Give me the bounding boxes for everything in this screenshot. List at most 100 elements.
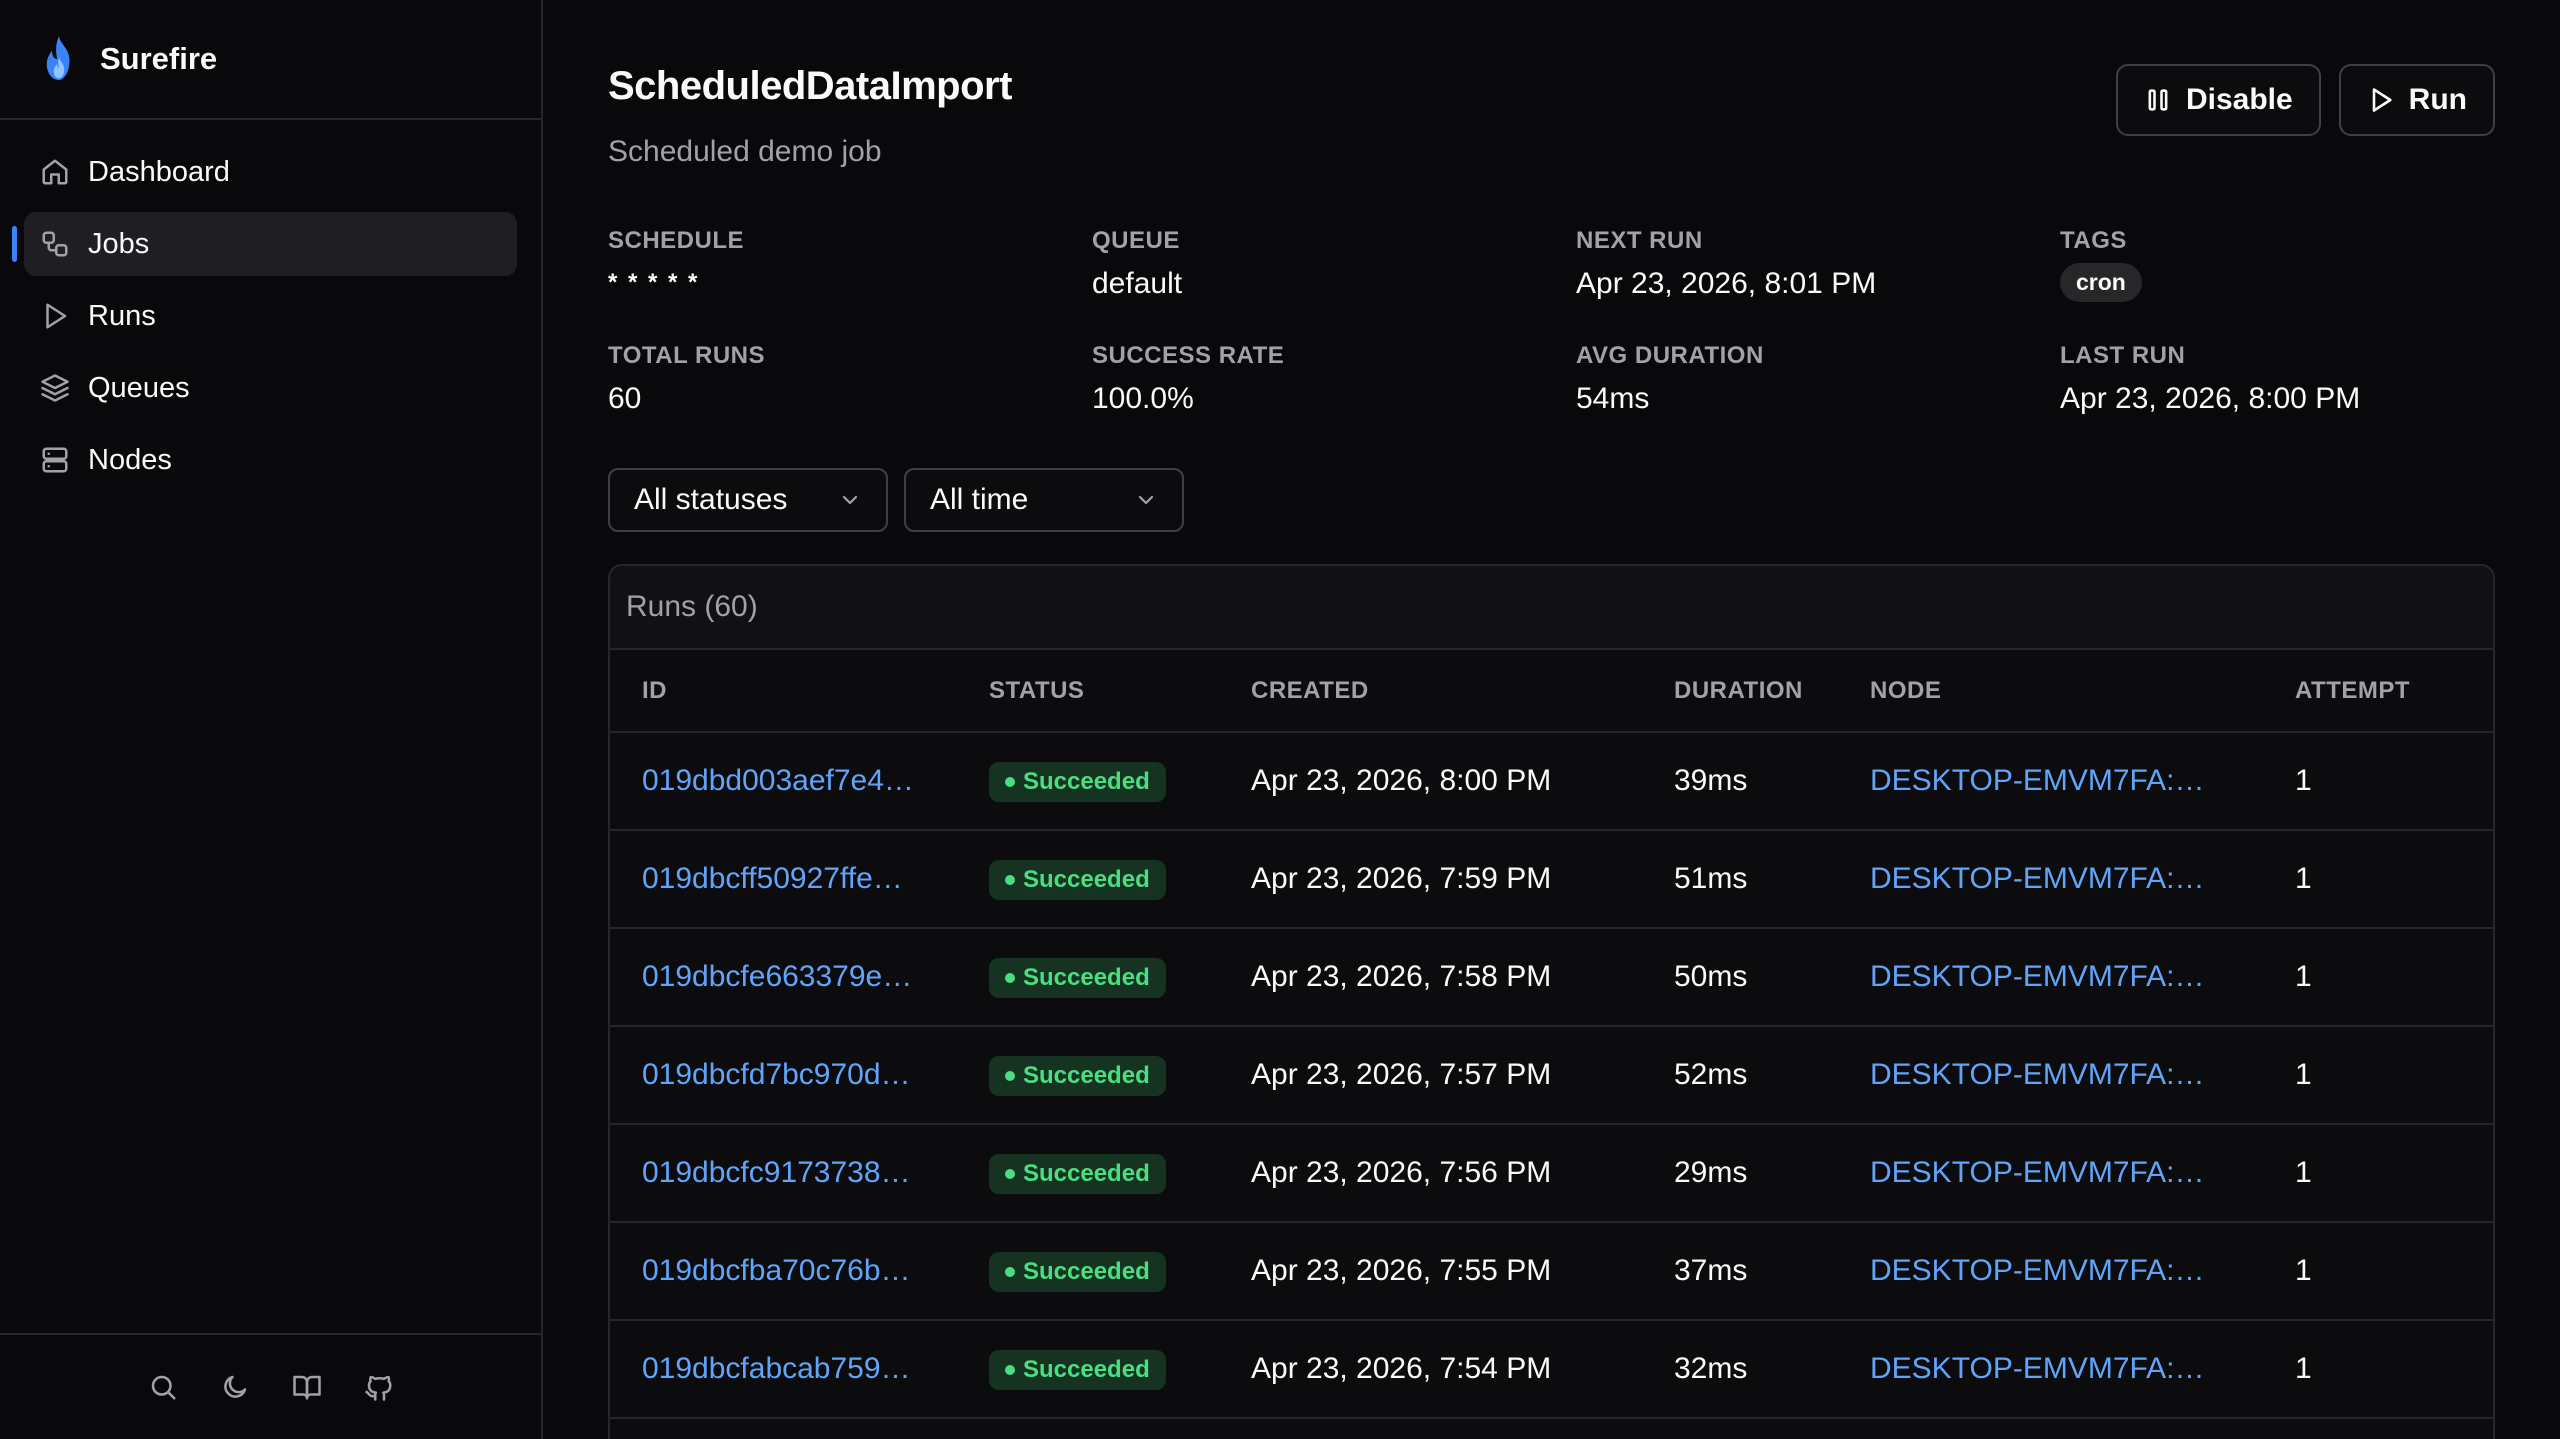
- run-id-link[interactable]: 019dbd003aef7e4…: [642, 764, 914, 798]
- duration-cell: 32ms: [1674, 1320, 1870, 1419]
- stat-success-rate: SUCCESS RATE 100.0%: [1092, 342, 1576, 416]
- status-dot: [1005, 1364, 1015, 1375]
- stat-label: LAST RUN: [2060, 342, 2186, 369]
- theme-toggle-button[interactable]: [220, 1372, 250, 1402]
- server-icon: [42, 447, 68, 473]
- status-badge: Succeeded: [989, 1349, 1166, 1390]
- docs-button[interactable]: [292, 1372, 322, 1402]
- stat-value: Apr 23, 2026, 8:00 PM: [2060, 382, 2361, 415]
- attempt-cell: 1: [2295, 830, 2493, 929]
- status-text: Succeeded: [1023, 963, 1150, 991]
- runs-card: Runs (60) ID STATUS CREATED DURATION NOD…: [608, 564, 2495, 1439]
- run-id-link[interactable]: 019dbcfd7bc970d…: [642, 1058, 911, 1092]
- layers-icon: [41, 374, 69, 402]
- stat-value: 54ms: [1576, 382, 1650, 415]
- chevron-down-icon: [842, 495, 858, 505]
- run-id-link[interactable]: 019dbcfc9173738…: [642, 1156, 911, 1190]
- created-cell: Apr 23, 2026, 7:58 PM: [1251, 928, 1674, 1027]
- node-link[interactable]: DESKTOP-EMVM7FA:…: [1870, 862, 2205, 896]
- column-header-duration[interactable]: DURATION: [1674, 650, 1870, 733]
- time-filter-select[interactable]: All time: [904, 468, 1184, 532]
- created-cell: Apr 23, 2026, 7:54 PM: [1251, 1320, 1674, 1419]
- column-header-created[interactable]: CREATED: [1251, 650, 1674, 733]
- tag-badge: cron: [2060, 263, 2142, 302]
- stat-queue: QUEUE default: [1092, 227, 1576, 302]
- duration-cell: 52ms: [1674, 1026, 1870, 1125]
- play-icon: [46, 303, 67, 329]
- created-cell: Apr 23, 2026, 7:59 PM: [1251, 830, 1674, 929]
- flame-logo-icon: [46, 36, 70, 80]
- table-row[interactable]: 019dbcfc9173738… Succeeded Apr 23, 2026,…: [610, 1124, 2493, 1223]
- status-text: Succeeded: [1023, 1061, 1150, 1089]
- book-icon: [292, 1375, 321, 1400]
- column-header-id[interactable]: ID: [610, 650, 989, 733]
- table-row[interactable]: 019dbcff50927ffe… Succeeded Apr 23, 2026…: [610, 830, 2493, 929]
- stat-value: default: [1092, 267, 1183, 300]
- stat-value: Apr 23, 2026, 8:01 PM: [1576, 267, 1877, 300]
- status-badge: Succeeded: [989, 859, 1166, 900]
- table-row[interactable]: 019dbcfe663379e… Succeeded Apr 23, 2026,…: [610, 928, 2493, 1027]
- sidebar-item-nodes[interactable]: Nodes: [24, 428, 517, 492]
- column-header-status[interactable]: STATUS: [989, 650, 1251, 733]
- run-id-link[interactable]: 019dbcfba70c76b…: [642, 1254, 911, 1288]
- run-id-link[interactable]: 019dbcfabcab759…: [642, 1352, 911, 1386]
- table-row[interactable]: 019dbcfd7bc970d… Succeeded Apr 23, 2026,…: [610, 1026, 2493, 1125]
- disable-button[interactable]: Disable: [2115, 64, 2321, 136]
- attempt-cell: 1: [2295, 732, 2493, 831]
- stat-label: SUCCESS RATE: [1092, 342, 1285, 369]
- status-filter-value: All statuses: [634, 483, 788, 516]
- sidebar-item-dashboard[interactable]: Dashboard: [24, 140, 517, 204]
- column-header-node[interactable]: NODE: [1870, 650, 2295, 733]
- status-text: Succeeded: [1023, 1257, 1150, 1285]
- github-button[interactable]: [364, 1372, 394, 1402]
- brand[interactable]: Surefire: [0, 0, 541, 120]
- column-header-attempt[interactable]: ATTEMPT: [2295, 650, 2493, 733]
- status-dot: [1005, 776, 1015, 787]
- node-link[interactable]: DESKTOP-EMVM7FA:…: [1870, 1156, 2205, 1190]
- job-stats: SCHEDULE * * * * * QUEUE default NEXT RU…: [608, 227, 2495, 416]
- workflow-icon: [42, 231, 68, 257]
- github-icon: [364, 1375, 391, 1401]
- attempt-cell: 1: [2295, 1026, 2493, 1125]
- duration-cell: 39ms: [1674, 732, 1870, 831]
- stat-label: TAGS: [2060, 227, 2127, 254]
- chevron-down-icon: [1138, 495, 1154, 505]
- attempt-cell: 1: [2295, 1222, 2493, 1321]
- created-cell: Apr 23, 2026, 7:57 PM: [1251, 1026, 1674, 1125]
- app-root: Surefire Dashboard Jobs Runs Queues Node…: [0, 0, 2560, 1439]
- stat-label: QUEUE: [1092, 227, 1180, 254]
- sidebar-footer: [0, 1333, 541, 1439]
- table-row[interactable]: 019dbcfba70c76b… Succeeded Apr 23, 2026,…: [610, 1222, 2493, 1321]
- job-actions: Disable Run: [2115, 64, 2495, 136]
- stat-schedule: SCHEDULE * * * * *: [608, 227, 1092, 302]
- sidebar: Surefire Dashboard Jobs Runs Queues Node…: [0, 0, 543, 1439]
- table-row[interactable]: 019dbcfabcab759… Succeeded Apr 23, 2026,…: [610, 1320, 2493, 1419]
- run-button[interactable]: Run: [2338, 64, 2495, 136]
- status-dot: [1005, 874, 1015, 885]
- duration-cell: 37ms: [1674, 1222, 1870, 1321]
- stat-last-run: LAST RUN Apr 23, 2026, 8:00 PM: [2060, 342, 2460, 416]
- stat-value: 60: [608, 382, 642, 415]
- sidebar-item-queues[interactable]: Queues: [24, 356, 517, 420]
- sidebar-item-jobs[interactable]: Jobs: [12, 212, 517, 276]
- node-link[interactable]: DESKTOP-EMVM7FA:…: [1870, 1254, 2205, 1288]
- status-filter-select[interactable]: All statuses: [608, 468, 888, 532]
- run-id-link[interactable]: 019dbcfe663379e…: [642, 960, 912, 994]
- sidebar-item-label: Dashboard: [88, 155, 230, 188]
- node-link[interactable]: DESKTOP-EMVM7FA:…: [1870, 764, 2205, 798]
- stat-value: * * * * *: [608, 269, 700, 296]
- search-button[interactable]: [148, 1372, 178, 1402]
- node-link[interactable]: DESKTOP-EMVM7FA:…: [1870, 1352, 2205, 1386]
- status-dot: [1005, 972, 1015, 983]
- node-link[interactable]: DESKTOP-EMVM7FA:…: [1870, 1058, 2205, 1092]
- status-badge: Succeeded: [989, 957, 1166, 998]
- stat-label: NEXT RUN: [1576, 227, 1703, 254]
- filters: All statuses All time: [608, 468, 2495, 532]
- run-id-link[interactable]: 019dbcff50927ffe…: [642, 862, 903, 896]
- status-badge: Succeeded: [989, 1153, 1166, 1194]
- stat-next-run: NEXT RUN Apr 23, 2026, 8:01 PM: [1576, 227, 2060, 302]
- node-link[interactable]: DESKTOP-EMVM7FA:…: [1870, 960, 2205, 994]
- sidebar-item-runs[interactable]: Runs: [24, 284, 517, 348]
- table-row[interactable]: 019dbd003aef7e4… Succeeded Apr 23, 2026,…: [610, 732, 2493, 831]
- brand-name: Surefire: [100, 41, 218, 76]
